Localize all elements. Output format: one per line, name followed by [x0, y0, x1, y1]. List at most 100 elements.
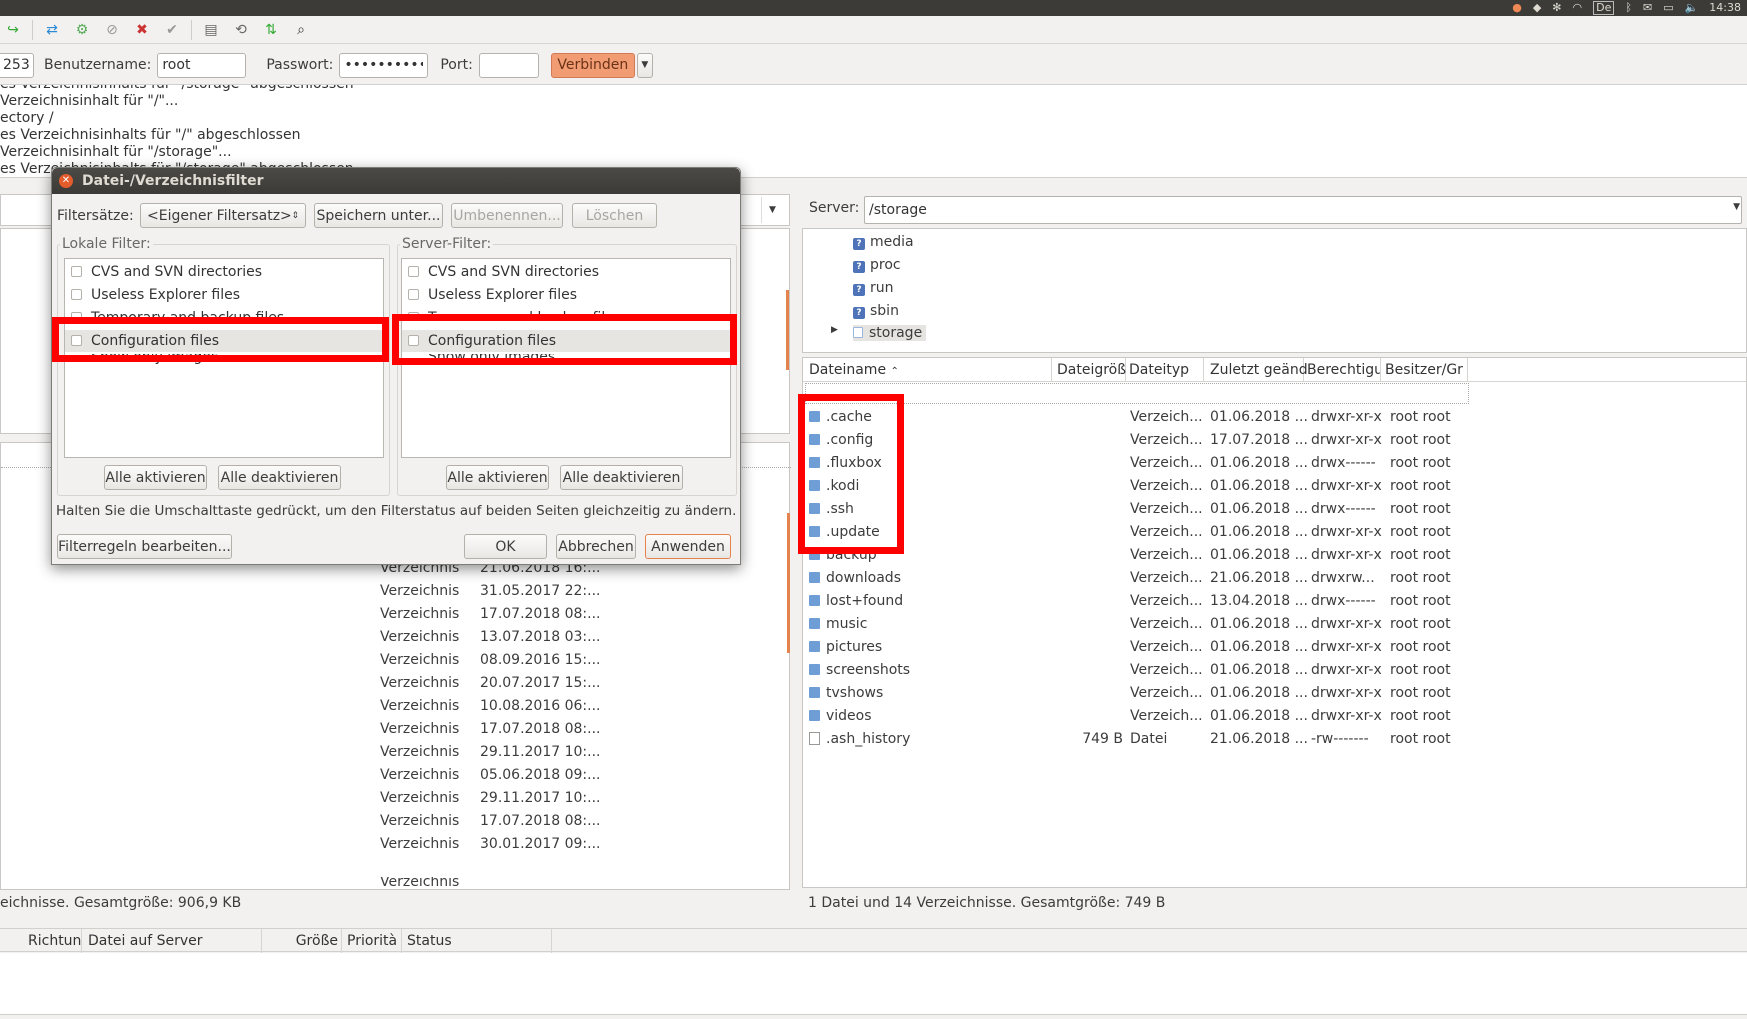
local-file-row[interactable]: Verzeichnis 08.09.2016 15:...	[380, 649, 780, 672]
battery-icon[interactable]: ▭	[1663, 0, 1673, 16]
remote-file-row[interactable]: .kodi Verzeich... 01.06.2018 ... drwxr-xr-x…	[803, 475, 1746, 498]
tree-item-media[interactable]: ? media	[853, 234, 914, 250]
local-filter-item[interactable]: Useless Explorer files	[65, 284, 383, 306]
quickconnect-dropdown-button[interactable]: ▼	[636, 52, 653, 78]
username-field[interactable]	[157, 52, 247, 78]
local-tree-scrollbar[interactable]	[786, 290, 789, 370]
server-filter-item[interactable]: CVS and SVN directories	[402, 261, 730, 283]
disconnect-icon[interactable]: ✖	[131, 19, 153, 41]
remote-path-dropdown-icon[interactable]: ▼	[1733, 202, 1740, 212]
remote-file-row[interactable]: .update Verzeich... 01.06.2018 ... drwxr-xr…	[803, 521, 1746, 544]
remote-file-row[interactable]: videos Verzeich... 01.06.2018 ... drwxr-xr-…	[803, 705, 1746, 728]
queue-column-size[interactable]: Größe	[262, 929, 342, 953]
remote-directory-tree[interactable]: ? media ? proc ? run ? sbin ▶ storage	[802, 228, 1747, 353]
delete-button[interactable]: Löschen	[572, 203, 657, 228]
local-file-row[interactable]: Verzeichnis 31.05.2017 22:...	[380, 580, 780, 603]
column-header-size[interactable]: Dateigröß	[1052, 358, 1126, 382]
wifi-icon[interactable]: ◠	[1573, 0, 1583, 16]
checkbox[interactable]	[71, 266, 82, 277]
tree-item-proc[interactable]: ? proc	[853, 257, 901, 273]
local-enable-all-button[interactable]: Alle aktivieren	[104, 465, 207, 490]
server-disable-all-button[interactable]: Alle deaktivieren	[560, 465, 683, 490]
dialog-titlebar[interactable]: ✕ Datei-/Verzeichnisfilter	[52, 168, 740, 194]
directory-compare-icon[interactable]: ⇅	[260, 19, 282, 41]
local-file-row[interactable]: Verzeichnis 05.06.2018 09:...	[380, 764, 780, 787]
column-header-filename[interactable]: Dateiname ⌃	[803, 358, 1052, 382]
column-header-permissions[interactable]: Berechtigu	[1304, 358, 1381, 382]
bluetooth-icon[interactable]: ᛒ	[1625, 0, 1632, 16]
tree-item-sbin[interactable]: ? sbin	[853, 303, 899, 319]
remote-file-row[interactable]: screenshots Verzeich... 01.06.2018 ... drwx…	[803, 659, 1746, 682]
save-as-button[interactable]: Speichern unter...	[314, 203, 443, 228]
local-file-row[interactable]: Verzeichnis 17.07.2018 08:...	[380, 603, 780, 626]
close-icon[interactable]: ✕	[59, 174, 73, 188]
local-disable-all-button[interactable]: Alle deaktivieren	[218, 465, 341, 490]
edit-filter-rules-button[interactable]: Filterregeln bearbeiten...	[57, 534, 232, 559]
column-header-modified[interactable]: Zuletzt geänd	[1204, 358, 1308, 382]
expand-arrow-icon[interactable]: ▶	[831, 325, 838, 335]
column-header-owner[interactable]: Besitzer/Gr	[1381, 358, 1468, 382]
local-path-dropdown-icon[interactable]: ▼	[761, 197, 783, 223]
remote-file-row[interactable]: .ash_history 749 B Datei 21.06.2018 ... -rw-…	[803, 728, 1746, 751]
dropbox-icon[interactable]: ◆	[1533, 0, 1541, 16]
message-log[interactable]: es Verzeichnisinhalts für "/storage" abg…	[0, 84, 1747, 178]
refresh-icon[interactable]: ⇄	[41, 19, 63, 41]
remote-file-row[interactable]: .ssh Verzeich... 01.06.2018 ... drwx------ r…	[803, 498, 1746, 521]
host-field[interactable]	[0, 52, 34, 78]
remote-file-row[interactable]: lost+found Verzeich... 13.04.2018 ... drwx-…	[803, 590, 1746, 613]
sync-browsing-icon[interactable]: ⟲	[230, 19, 252, 41]
remote-file-list[interactable]: Dateiname ⌃ Dateigröß Dateityp Zuletzt g…	[802, 357, 1747, 888]
local-list-scrollbar[interactable]	[787, 513, 790, 653]
queue-column-remote-file[interactable]: Datei auf Server	[82, 929, 262, 953]
local-file-row[interactable]: Verzeichnis 17.07.2018 08:...	[380, 810, 780, 833]
remote-file-row[interactable]: backup Verzeich... 01.06.2018 ... drwxr-xr-…	[803, 544, 1746, 567]
site-manager-icon[interactable]: ↪	[2, 19, 24, 41]
volume-icon[interactable]: 🔈	[1685, 0, 1699, 16]
remote-file-row[interactable]: .config Verzeich... 17.07.2018 ... drwxr-xr…	[803, 429, 1746, 452]
ok-button[interactable]: OK	[464, 534, 547, 559]
keyboard-layout-indicator[interactable]: De	[1593, 1, 1615, 15]
checkbox[interactable]	[71, 289, 82, 300]
local-filter-item[interactable]: CVS and SVN directories	[65, 261, 383, 283]
remote-file-row[interactable]: music Verzeich... 01.06.2018 ... drwxr-xr-x…	[803, 613, 1746, 636]
filterset-select[interactable]: <Eigener Filtersatz> ⇕	[140, 203, 306, 228]
local-file-row[interactable]: Verzeichnis 30.01.2017 09:...	[380, 833, 780, 856]
column-header-type[interactable]: Dateityp	[1126, 358, 1204, 382]
queue-column-priority[interactable]: Priorità	[342, 929, 402, 953]
port-field[interactable]	[478, 52, 539, 78]
remote-file-row[interactable]: .cache Verzeich... 01.06.2018 ... drwxr-xr-…	[803, 406, 1746, 429]
transfer-queue-list[interactable]	[0, 953, 1747, 1015]
local-file-row[interactable]: Verzeichnis 13.07.2018 03:...	[380, 626, 780, 649]
connect-button[interactable]: Verbinden	[550, 52, 635, 78]
local-file-row[interactable]: Verzeichnis 20.07.2017 15:...	[380, 672, 780, 695]
tree-item-run[interactable]: ? run	[853, 280, 894, 296]
rename-button[interactable]: Umbenennen...	[451, 203, 563, 228]
apply-button[interactable]: Anwenden	[645, 534, 731, 559]
search-icon[interactable]: ⌕	[290, 19, 312, 41]
local-file-row[interactable]: Verzeichnis 29.11.2017 10:...	[380, 741, 780, 764]
server-filter-item[interactable]: Useless Explorer files	[402, 284, 730, 306]
remote-file-row[interactable]: tvshows Verzeich... 01.06.2018 ... drwxr-xr…	[803, 682, 1746, 705]
server-enable-all-button[interactable]: Alle aktivieren	[446, 465, 549, 490]
cancel-button[interactable]: Abbrechen	[556, 534, 636, 559]
remote-file-row[interactable]: .fluxbox Verzeich... 01.06.2018 ... drwx---…	[803, 452, 1746, 475]
local-file-row[interactable]: Verzeichnis 29.11.2017 10:...	[380, 787, 780, 810]
password-field[interactable]	[339, 52, 429, 78]
process-queue-icon[interactable]: ⚙	[71, 19, 93, 41]
settings-icon[interactable]: ✻	[1552, 0, 1561, 16]
cancel-operation-icon[interactable]: ⊘	[101, 19, 123, 41]
parent-directory-row[interactable]	[805, 383, 1469, 404]
remote-file-row[interactable]: pictures Verzeich... 01.06.2018 ... drwxr-x…	[803, 636, 1746, 659]
colorful-app-icon[interactable]: ●	[1512, 0, 1522, 16]
queue-column-direction[interactable]: Richtun	[20, 929, 82, 953]
tree-item-storage[interactable]: storage	[853, 325, 927, 341]
clock[interactable]: 14:38	[1709, 0, 1741, 16]
checkbox[interactable]	[408, 266, 419, 277]
remote-path-input[interactable]	[864, 196, 1742, 224]
queue-column-status[interactable]: Status	[402, 929, 552, 953]
reconnect-icon[interactable]: ✔	[161, 19, 183, 41]
local-file-row[interactable]: Verzeichnis 10.08.2016 06:...	[380, 695, 780, 718]
local-file-row[interactable]: Verzeichnis 17.07.2018 08:...	[380, 718, 780, 741]
mail-icon[interactable]: ✉	[1643, 0, 1652, 16]
directory-listing-filter-icon[interactable]: ▤	[200, 19, 222, 41]
